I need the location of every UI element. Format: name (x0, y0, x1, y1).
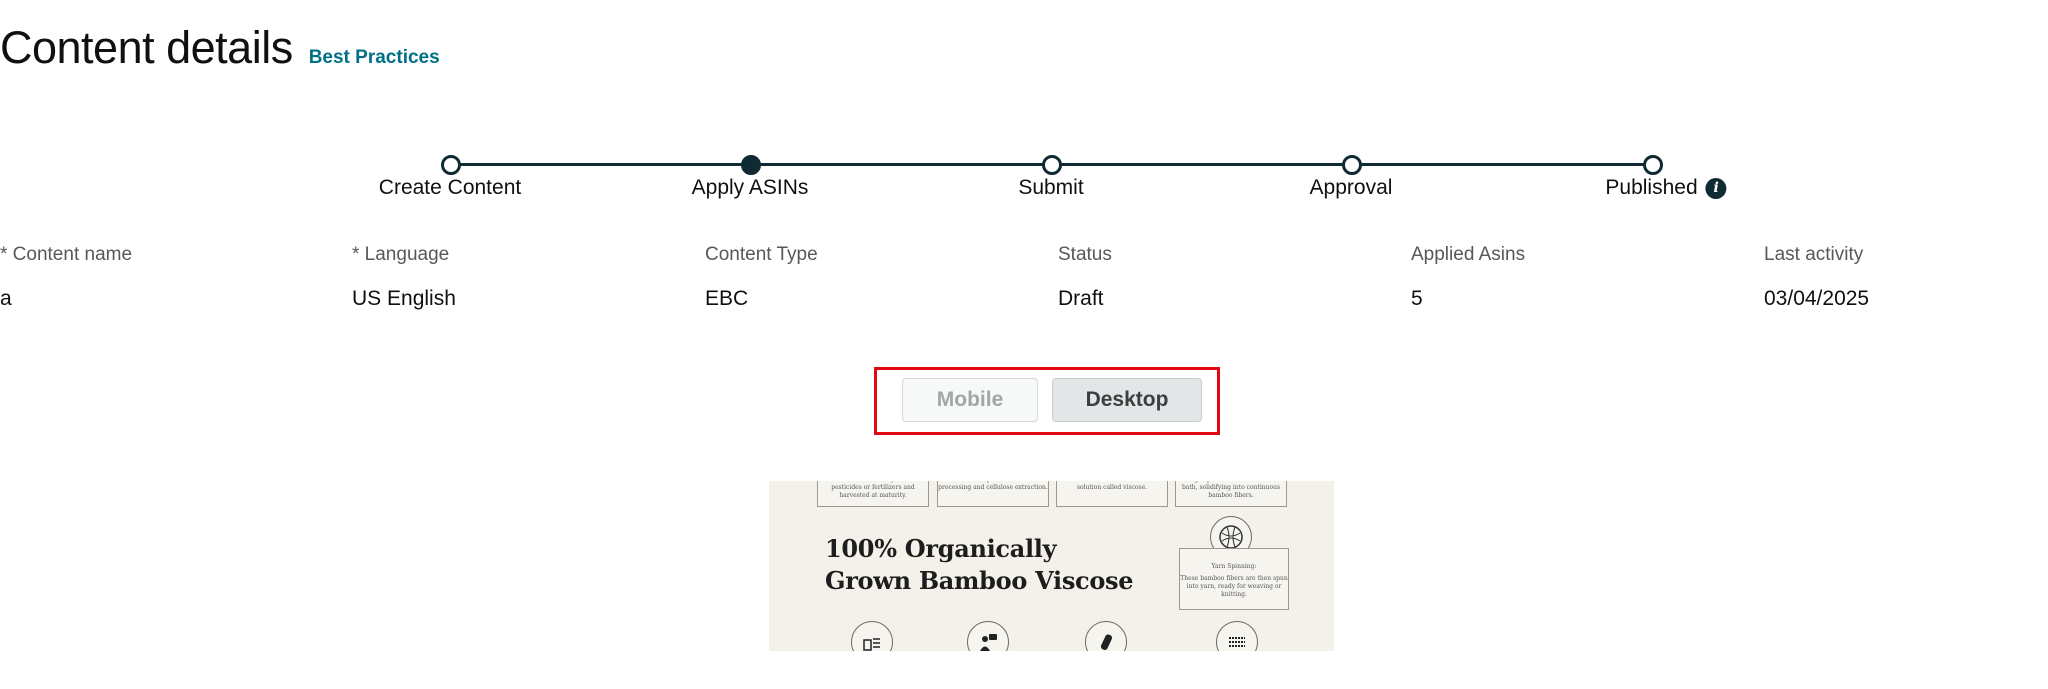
content-details-row: * Content name a * Language US English C… (0, 244, 2048, 324)
tube-icon (1085, 621, 1127, 651)
step-dot (1342, 155, 1362, 175)
desktop-view-button[interactable]: Desktop (1052, 378, 1202, 422)
page-header: Content details Best Practices (0, 22, 440, 74)
content-preview-image: cultivated without synthetic pesticides … (769, 481, 1334, 651)
detail-label: Applied Asins (1411, 244, 1526, 265)
preview-box: into smaller pieces for easier processin… (937, 481, 1049, 507)
preview-box: through spinnerets into a chemical bath,… (1175, 481, 1287, 507)
detail-value: 03/04/2025 (1764, 287, 1870, 310)
yarn-text: These bamboo fibers are then spun into y… (1180, 575, 1288, 598)
detail-content-type: Content Type EBC (705, 244, 1045, 311)
best-practices-link[interactable]: Best Practices (309, 47, 440, 69)
detail-label: Last activity (1764, 244, 1864, 265)
step-label: Create Content (378, 176, 522, 199)
detail-label: * Language (352, 244, 450, 265)
detail-content-name: * Content name a (0, 244, 340, 311)
detail-value: US English (352, 287, 456, 310)
detail-value: EBC (705, 287, 749, 310)
step-label: Approval (1309, 176, 1393, 199)
step-dot (1042, 155, 1062, 175)
preview-heading-line: 100% Organically (825, 534, 1057, 563)
factory-icon (851, 621, 893, 651)
step-dot-active (741, 155, 761, 175)
step-label: Apply ASINs (691, 176, 809, 199)
yarn-spinning-box: Yarn Spinning: These bamboo fibers are t… (1179, 548, 1289, 610)
step-label: Published (1605, 176, 1698, 199)
mobile-view-button[interactable]: Mobile (902, 378, 1038, 422)
detail-language: * Language US English (352, 244, 692, 311)
view-toggle-highlight: Mobile Desktop (874, 367, 1220, 435)
detail-label: Status (1058, 244, 1112, 265)
preview-heading-line: Grown Bamboo Viscose (825, 566, 1134, 595)
fabric-icon (1216, 621, 1258, 651)
detail-value: Draft (1058, 287, 1104, 310)
detail-value: a (0, 287, 12, 310)
step-dot (441, 155, 461, 175)
detail-applied-asins: Applied Asins 5 (1411, 244, 1751, 311)
preview-box: with chemicals to create a viscose solut… (1056, 481, 1168, 507)
preview-heading: 100% Organically Grown Bamboo Viscose (825, 533, 1134, 597)
detail-value: 5 (1411, 287, 1423, 310)
info-icon[interactable]: i (1705, 177, 1727, 199)
worker-icon (967, 621, 1009, 651)
detail-label: * Content name (0, 244, 133, 265)
step-label: Submit (1018, 176, 1084, 199)
preview-box: cultivated without synthetic pesticides … (817, 481, 929, 507)
detail-last-activity: Last activity 03/04/2025 (1764, 244, 2048, 311)
yarn-title: Yarn Spinning: (1211, 563, 1257, 570)
page-title: Content details (0, 22, 293, 73)
detail-label: Content Type (705, 244, 818, 265)
step-dot (1643, 155, 1663, 175)
detail-status: Status Draft (1058, 244, 1398, 311)
progress-stepper: Create Content Apply ASINs Submit Approv… (379, 154, 1727, 214)
